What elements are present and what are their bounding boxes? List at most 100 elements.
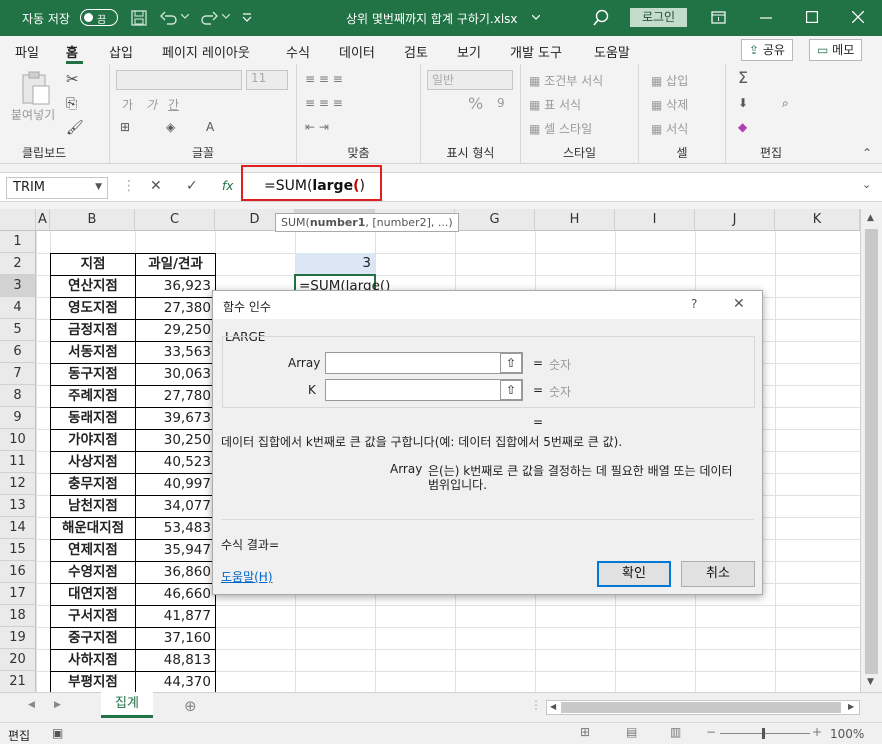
fill-icon[interactable]: ⬇: [738, 96, 748, 110]
col-header-c[interactable]: C: [135, 209, 215, 231]
row-header[interactable]: 2: [0, 253, 36, 275]
dialog-help-icon[interactable]: ?: [691, 297, 697, 311]
tab-formulas[interactable]: 수식: [286, 42, 310, 61]
row-header[interactable]: 6: [0, 341, 36, 363]
font-name-combo[interactable]: [116, 70, 242, 90]
maximize-icon[interactable]: [806, 11, 818, 23]
autosum-button[interactable]: Σ: [738, 68, 748, 87]
tab-split-handle-icon[interactable]: ⋮: [530, 698, 542, 712]
cell-e2[interactable]: 3: [295, 253, 375, 275]
paste-icon[interactable]: [20, 70, 52, 106]
table-cell[interactable]: 동래지점: [50, 407, 136, 430]
row-header[interactable]: 10: [0, 429, 36, 451]
table-cell[interactable]: 남천지점: [50, 495, 136, 518]
table-cell[interactable]: 충무지점: [50, 473, 136, 496]
table-cell[interactable]: 44,370: [135, 671, 216, 692]
tab-home[interactable]: 홈: [66, 42, 78, 61]
select-all-corner[interactable]: [0, 209, 36, 231]
table-cell[interactable]: 40,523: [135, 451, 216, 474]
font-color-icon[interactable]: A: [206, 120, 214, 134]
table-cell[interactable]: 48,813: [135, 649, 216, 672]
row-header[interactable]: 13: [0, 495, 36, 517]
arg1-input[interactable]: [325, 352, 523, 374]
scroll-down-icon[interactable]: ▼: [867, 677, 874, 687]
col-header-g[interactable]: G: [455, 209, 535, 231]
format-cells-button[interactable]: ▦ 서식: [651, 120, 688, 137]
row-header[interactable]: 16: [0, 561, 36, 583]
table-cell[interactable]: 대연지점: [50, 583, 136, 606]
row-header[interactable]: 11: [0, 451, 36, 473]
underline-button[interactable]: 간: [168, 96, 179, 113]
enter-icon[interactable]: ✓: [186, 178, 198, 194]
comma-button[interactable]: 9: [497, 96, 505, 110]
table-cell[interactable]: 53,483: [135, 517, 216, 540]
tab-insert[interactable]: 삽입: [109, 42, 133, 61]
cut-icon[interactable]: ✂: [66, 70, 79, 88]
next-sheet-icon[interactable]: ▶: [54, 700, 61, 710]
table-cell[interactable]: 동구지점: [50, 363, 136, 386]
table-cell[interactable]: 사하지점: [50, 649, 136, 672]
name-box[interactable]: TRIM ▼: [6, 177, 108, 199]
table-cell[interactable]: 과일/견과: [135, 253, 216, 276]
cancel-button[interactable]: 취소: [681, 561, 755, 587]
scroll-right-icon[interactable]: ▶: [848, 702, 854, 711]
row-header[interactable]: 15: [0, 539, 36, 561]
zoom-in-icon[interactable]: +: [812, 725, 822, 739]
table-cell[interactable]: 연제지점: [50, 539, 136, 562]
table-cell[interactable]: 27,780: [135, 385, 216, 408]
horizontal-scroll-thumb[interactable]: [561, 702, 841, 713]
conditional-format-button[interactable]: ▦ 조건부 서식: [529, 72, 603, 89]
table-cell[interactable]: 41,877: [135, 605, 216, 628]
minimize-icon[interactable]: [760, 17, 772, 19]
align-top-icon[interactable]: ≡ ≡ ≡: [305, 72, 343, 86]
save-icon[interactable]: [131, 10, 147, 26]
col-header-a[interactable]: A: [36, 209, 50, 231]
zoom-out-icon[interactable]: −: [706, 725, 716, 739]
search-icon[interactable]: [593, 9, 609, 26]
cell-styles-button[interactable]: ▦ 셀 스타일: [529, 120, 592, 137]
row-header[interactable]: 4: [0, 297, 36, 319]
expand-formula-bar-icon[interactable]: ⌄: [862, 178, 871, 191]
title-dropdown-icon[interactable]: [532, 15, 540, 21]
format-painter-icon[interactable]: 🖌: [66, 120, 84, 136]
table-cell[interactable]: 27,380: [135, 297, 216, 320]
page-break-view-icon[interactable]: ▥: [670, 725, 681, 739]
vertical-scrollbar[interactable]: ▲ ▼: [860, 209, 882, 692]
table-cell[interactable]: 36,923: [135, 275, 216, 298]
table-cell[interactable]: 주례지점: [50, 385, 136, 408]
table-cell[interactable]: 서동지점: [50, 341, 136, 364]
align-left-icon[interactable]: ≡ ≡ ≡: [305, 96, 343, 110]
col-header-i[interactable]: I: [615, 209, 695, 231]
insert-function-icon[interactable]: fx: [222, 179, 233, 193]
collapse-ribbon-icon[interactable]: ⌃: [862, 146, 872, 160]
scroll-left-icon[interactable]: ◀: [550, 702, 556, 711]
table-cell[interactable]: 중구지점: [50, 627, 136, 650]
row-header[interactable]: 18: [0, 605, 36, 627]
prev-sheet-icon[interactable]: ◀: [28, 700, 35, 710]
table-cell[interactable]: 35,947: [135, 539, 216, 562]
arg2-collapse-icon[interactable]: ⇧: [500, 380, 522, 400]
arg1-collapse-icon[interactable]: ⇧: [500, 353, 522, 373]
table-cell[interactable]: 연산지점: [50, 275, 136, 298]
table-cell[interactable]: 34,077: [135, 495, 216, 518]
table-cell[interactable]: 수영지점: [50, 561, 136, 584]
indent-icon[interactable]: ⇤ ⇥: [305, 120, 329, 134]
row-header[interactable]: 9: [0, 407, 36, 429]
row-header[interactable]: 12: [0, 473, 36, 495]
table-cell[interactable]: 30,063: [135, 363, 216, 386]
table-cell[interactable]: 46,660: [135, 583, 216, 606]
tab-review[interactable]: 검토: [404, 42, 428, 61]
tab-file[interactable]: 파일: [15, 42, 39, 61]
redo-icon[interactable]: [200, 10, 218, 26]
italic-button[interactable]: 가: [146, 96, 157, 113]
row-header[interactable]: 14: [0, 517, 36, 539]
tab-developer[interactable]: 개발 도구: [510, 42, 562, 61]
row-header[interactable]: 3: [0, 275, 36, 297]
number-format-combo[interactable]: 일반: [427, 70, 513, 90]
row-header[interactable]: 5: [0, 319, 36, 341]
redo-dropdown-icon[interactable]: [222, 14, 230, 20]
memo-button[interactable]: ▭ 메모: [809, 39, 863, 61]
table-cell[interactable]: 금정지점: [50, 319, 136, 342]
col-header-j[interactable]: J: [695, 209, 775, 231]
col-header-k[interactable]: K: [775, 209, 860, 231]
